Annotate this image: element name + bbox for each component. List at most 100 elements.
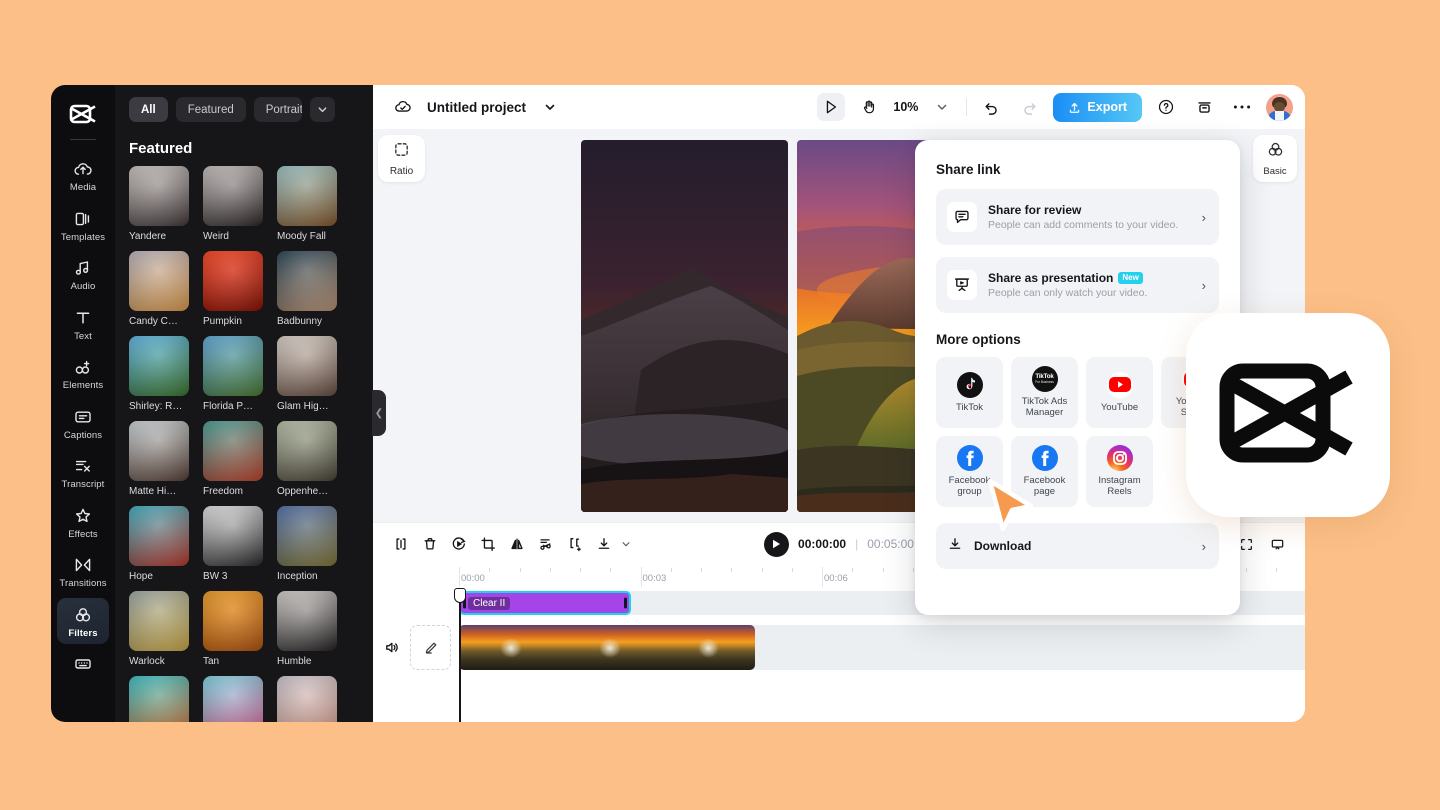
filter-clip[interactable]: Clear II <box>459 591 631 615</box>
sidebar-item-text[interactable]: Text <box>57 301 109 348</box>
mirror-icon[interactable] <box>503 531 530 558</box>
export-button[interactable]: Export <box>1053 92 1142 122</box>
filter-card[interactable]: Hope <box>129 506 189 583</box>
platform-tile-facebook-page[interactable]: Facebook page <box>1011 436 1078 507</box>
filter-card[interactable]: Palms <box>129 676 189 722</box>
ratio-button[interactable]: Ratio <box>378 135 425 182</box>
filter-card[interactable]: Florida P… <box>203 336 263 413</box>
platform-tile-tiktok-ads-manager[interactable]: TikTok For Business TikTok Ads Manager <box>1011 357 1078 428</box>
playhead-knob[interactable] <box>454 588 466 603</box>
playhead[interactable] <box>454 588 466 722</box>
captions-icon <box>73 407 93 427</box>
filter-card[interactable]: Smile <box>277 676 337 722</box>
ruler-tick <box>1245 568 1247 572</box>
freeze-icon[interactable] <box>561 531 588 558</box>
platform-tile-facebook-group[interactable]: Facebook group <box>936 436 1003 507</box>
avatar[interactable] <box>1266 93 1293 121</box>
filter-card[interactable]: Badbunny <box>277 251 337 328</box>
download-icon[interactable] <box>590 531 617 558</box>
filter-thumbnail <box>277 166 337 226</box>
sidebar-item-elements[interactable]: Elements <box>57 350 109 397</box>
filter-card[interactable]: Oppenhe… <box>277 421 337 498</box>
cloud-check-icon[interactable] <box>389 93 417 121</box>
platform-tile-youtube[interactable]: YouTube <box>1086 357 1153 428</box>
text-t-icon <box>73 308 93 328</box>
filter-card[interactable]: Tan <box>203 591 263 668</box>
panel-collapse-chevron-left-icon[interactable]: ❮ <box>372 390 386 436</box>
select-tool-cursor-arrow-icon[interactable] <box>817 93 846 121</box>
preview-before[interactable] <box>581 139 788 512</box>
filter-thumbnail <box>203 251 263 311</box>
sidebar-item-templates[interactable]: Templates <box>57 202 109 249</box>
library-chip-portrait[interactable]: Portrait <box>253 97 302 122</box>
filter-name: Candy C… <box>129 316 178 327</box>
ruler-tick <box>610 568 612 572</box>
delete-icon[interactable] <box>416 531 443 558</box>
filter-thumbnail <box>129 591 189 651</box>
ruler-label: 00:06 <box>824 573 848 584</box>
filter-card[interactable]: BW 3 <box>203 506 263 583</box>
filter-thumbnail <box>277 421 337 481</box>
filter-thumbnail <box>203 166 263 226</box>
filter-card[interactable]: Yandere <box>129 166 189 243</box>
filter-card[interactable]: Matte Hi… <box>129 421 189 498</box>
sidebar-item-keyboard[interactable] <box>57 647 109 680</box>
share-row-review[interactable]: Share for review People can add comments … <box>936 189 1219 245</box>
filter-card[interactable]: Pumpkin <box>203 251 263 328</box>
zoom-chevron-down-icon[interactable] <box>928 93 956 121</box>
archive-icon[interactable] <box>1190 93 1218 121</box>
filter-card[interactable]: Humble <box>277 591 337 668</box>
sidebar-item-filters[interactable]: Filters <box>57 597 109 644</box>
split-icon[interactable] <box>387 531 414 558</box>
monitor-icon[interactable] <box>1264 531 1291 558</box>
filter-card[interactable]: Glam Hig… <box>277 336 337 413</box>
filter-card[interactable]: Shirley: R… <box>129 336 189 413</box>
hand-tool-icon[interactable] <box>855 93 883 121</box>
basic-button[interactable]: Basic <box>1253 135 1297 182</box>
question-circle-icon[interactable] <box>1152 93 1180 121</box>
library-chip-featured[interactable]: Featured <box>175 97 246 122</box>
video-clip[interactable] <box>459 625 755 670</box>
elements-icon <box>73 357 93 377</box>
pencil-icon[interactable] <box>410 625 451 670</box>
platform-label: TikTok <box>955 401 984 413</box>
platform-label: Instagram Reels <box>1098 475 1141 497</box>
platform-tile-tiktok[interactable]: TikTok <box>936 357 1003 428</box>
library-chips-chevron-down-icon[interactable] <box>309 97 335 122</box>
download-row[interactable]: Download › <box>936 523 1219 569</box>
speed-icon[interactable] <box>445 531 472 558</box>
library-chip-all[interactable]: All <box>129 97 168 122</box>
filter-card[interactable]: Moody Fall <box>277 166 337 243</box>
crop-icon[interactable] <box>474 531 501 558</box>
capcut-logo-icon[interactable] <box>66 97 100 131</box>
undo-icon[interactable] <box>977 93 1005 121</box>
filter-card[interactable]: Weird <box>203 166 263 243</box>
filter-card[interactable]: Pink Car <box>203 676 263 722</box>
download-chevron-down-icon[interactable] <box>619 531 633 558</box>
ellipsis-icon[interactable] <box>1228 93 1256 121</box>
sidebar-item-label: Captions <box>63 429 103 441</box>
redo-icon[interactable] <box>1015 93 1043 121</box>
library-filter-chips: All Featured Portrait <box>115 97 373 122</box>
sidebar-item-captions[interactable]: Captions <box>57 400 109 447</box>
sidebar-item-media[interactable]: Media <box>57 152 109 199</box>
sidebar-item-effects[interactable]: Effects <box>57 499 109 546</box>
play-button[interactable] <box>764 531 790 557</box>
sidebar-item-transcript[interactable]: Transcript <box>57 449 109 496</box>
filter-card[interactable]: Warlock <box>129 591 189 668</box>
filter-card[interactable]: Candy C… <box>129 251 189 328</box>
video-frame <box>656 625 755 670</box>
sidebar-item-audio[interactable]: Audio <box>57 251 109 298</box>
speaker-icon[interactable] <box>383 639 400 656</box>
platform-tile-instagram-reels[interactable]: Instagram Reels <box>1086 436 1153 507</box>
filter-name: Shirley: R… <box>129 401 183 412</box>
cut-scissors-icon[interactable] <box>532 531 559 558</box>
filter-thumbnail <box>277 336 337 396</box>
zoom-level[interactable]: 10% <box>893 100 918 114</box>
project-title[interactable]: Untitled project <box>427 100 526 115</box>
project-chevron-down-icon[interactable] <box>536 93 564 121</box>
filter-card[interactable]: Freedom <box>203 421 263 498</box>
filter-card[interactable]: Inception <box>277 506 337 583</box>
sidebar-item-transitions[interactable]: Transitions <box>57 548 109 595</box>
share-row-presentation[interactable]: Share as presentation New People can only … <box>936 257 1219 313</box>
